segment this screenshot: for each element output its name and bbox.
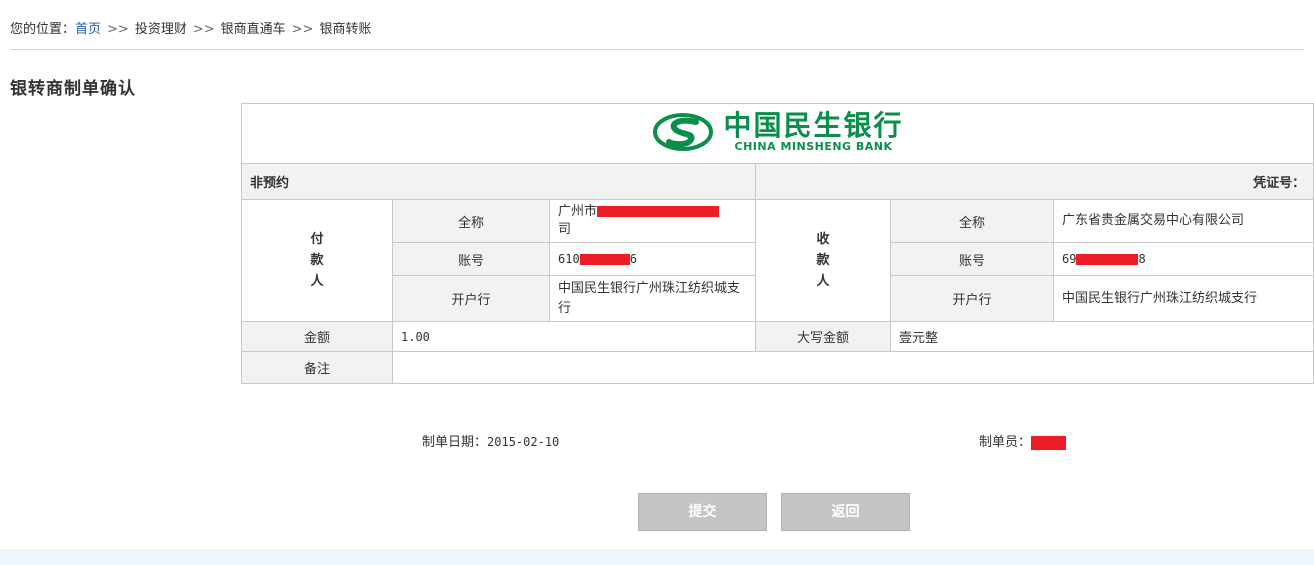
payee-fullname: 广东省贵金属交易中心有限公司 — [1052, 199, 1314, 243]
redaction-mark — [597, 206, 720, 217]
remark-value — [391, 351, 1314, 384]
payer-account-tail: 6 — [629, 251, 637, 266]
payer-title-char: 人 — [310, 274, 324, 289]
date-value: 2015-02-10 — [487, 435, 560, 449]
payee-fullname-label: 全称 — [890, 199, 1054, 243]
date-label: 制单日期： — [422, 435, 488, 450]
payee-account-number: 69 — [1062, 251, 1077, 266]
payee-title-char: 款 — [816, 253, 830, 268]
breadcrumb-item-transfer: 银商转账 — [319, 22, 372, 37]
redaction-mark — [579, 253, 630, 265]
bank-logo-cell: 中国民生银行 CHINA MINSHENG BANK — [240, 103, 1314, 164]
remark-label: 备注 — [241, 351, 393, 384]
maker-label: 制单员： — [979, 435, 1032, 450]
payee-account-label: 账号 — [890, 242, 1054, 276]
payer-fullname: 广州市司 — [549, 199, 756, 243]
payer-bank-label: 开户行 — [392, 275, 550, 322]
bank-name-en: CHINA MINSHENG BANK — [734, 139, 893, 153]
redaction-mark — [1031, 435, 1067, 450]
minsheng-bank-logo-icon — [652, 113, 713, 152]
amount-value: 1.00 — [392, 321, 756, 352]
bank-logo: 中国民生银行 CHINA MINSHENG BANK — [652, 108, 904, 153]
breadcrumb-item-bank-securities[interactable]: 银商直通车 — [221, 22, 286, 37]
breadcrumb-item-investment[interactable]: 投资理财 — [135, 22, 187, 37]
appointment-type: 非预约 — [241, 163, 756, 200]
payer-fullname-tail: 司 — [558, 222, 572, 237]
payee-title-char: 人 — [816, 274, 830, 289]
back-button[interactable]: 返回 — [781, 493, 910, 531]
breadcrumb-separator: >> — [291, 22, 314, 37]
payer-title-char: 付 — [310, 232, 324, 247]
breadcrumb-separator: >> — [192, 22, 215, 37]
payer-account: 610 6 — [549, 242, 756, 276]
payee-title: 收 款 人 — [755, 199, 891, 322]
payee-title-char: 收 — [816, 232, 830, 247]
payee-account-tail: 8 — [1138, 251, 1146, 266]
payee-account: 69 8 — [1052, 242, 1314, 276]
amount-capital-value: 壹元整 — [889, 321, 1314, 352]
page-title: 银转商制单确认 — [10, 79, 136, 99]
voucher-number-label: 凭证号： — [754, 163, 1314, 200]
breadcrumb-home-link[interactable]: 首页 — [75, 22, 101, 37]
redaction-mark — [1076, 253, 1139, 265]
bank-name-cn: 中国民生银行 — [723, 108, 904, 142]
payer-title: 付 款 人 — [241, 199, 393, 322]
payer-fullname-label: 全称 — [392, 199, 550, 243]
voucher-date: 制单日期：2015-02-10 — [422, 431, 559, 450]
payer-bank: 中国民生银行广州珠江纺织城支行 — [549, 275, 756, 322]
breadcrumb-separator: >> — [107, 22, 129, 37]
breadcrumb-label: 您的位置： — [10, 22, 76, 37]
voucher-maker: 制单员： — [979, 431, 1067, 450]
payee-bank-label: 开户行 — [890, 275, 1054, 322]
payer-fullname-text: 广州市 — [558, 204, 598, 219]
transfer-voucher-table: 中国民生银行 CHINA MINSHENG BANK 非预约 凭证号： 付 款 … — [240, 103, 1314, 384]
payer-account-label: 账号 — [392, 242, 550, 276]
footer-band — [0, 549, 1314, 565]
amount-capital-label: 大写金额 — [755, 321, 891, 352]
amount-label: 金额 — [241, 321, 393, 352]
payee-bank: 中国民生银行广州珠江纺织城支行 — [1052, 275, 1314, 322]
payer-account-number: 610 — [558, 251, 580, 266]
breadcrumb: 您的位置：首页 >> 投资理财 >> 银商直通车 >> 银商转账 — [10, 0, 1304, 50]
submit-button[interactable]: 提交 — [638, 493, 767, 531]
payer-title-char: 款 — [310, 253, 324, 268]
